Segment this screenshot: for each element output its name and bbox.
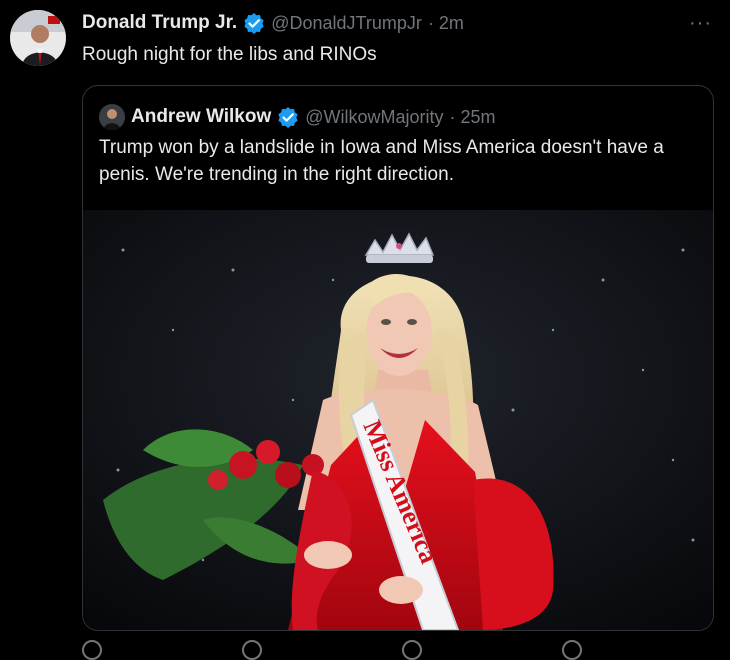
quoted-author-name[interactable]: Andrew Wilkow xyxy=(131,106,271,128)
quoted-tweet[interactable]: Andrew Wilkow @WilkowMajority · 25m Trum… xyxy=(82,85,714,631)
tweet[interactable]: Donald Trump Jr. @DonaldJTrumpJr · 2m ··… xyxy=(0,0,730,660)
like-icon[interactable] xyxy=(402,640,422,660)
quoted-tweet-timestamp[interactable]: · 25m xyxy=(450,107,496,128)
more-options-icon[interactable]: ··· xyxy=(689,12,712,35)
author-avatar[interactable] xyxy=(10,10,66,66)
author-handle[interactable]: @DonaldJTrumpJr xyxy=(271,13,422,34)
quoted-tweet-text: Trump won by a landslide in Iowa and Mis… xyxy=(99,137,664,185)
tweet-actions xyxy=(82,640,712,660)
author-name[interactable]: Donald Trump Jr. xyxy=(82,12,237,34)
views-icon[interactable] xyxy=(562,640,582,660)
reply-icon[interactable] xyxy=(82,640,102,660)
verified-badge-icon xyxy=(278,107,298,128)
verified-badge-icon xyxy=(244,13,264,34)
tweet-header: Donald Trump Jr. @DonaldJTrumpJr · 2m xyxy=(82,12,464,34)
retweet-icon[interactable] xyxy=(242,640,262,660)
quoted-author-handle[interactable]: @WilkowMajority xyxy=(305,107,443,128)
quoted-tweet-header: Andrew Wilkow @WilkowMajority · 25m xyxy=(99,104,496,130)
tweet-text: Rough night for the libs and RINOs xyxy=(82,44,377,65)
quoted-tweet-photo[interactable]: Miss America xyxy=(83,210,713,630)
quoted-author-avatar[interactable] xyxy=(99,104,125,130)
tweet-timestamp[interactable]: · 2m xyxy=(428,13,464,34)
